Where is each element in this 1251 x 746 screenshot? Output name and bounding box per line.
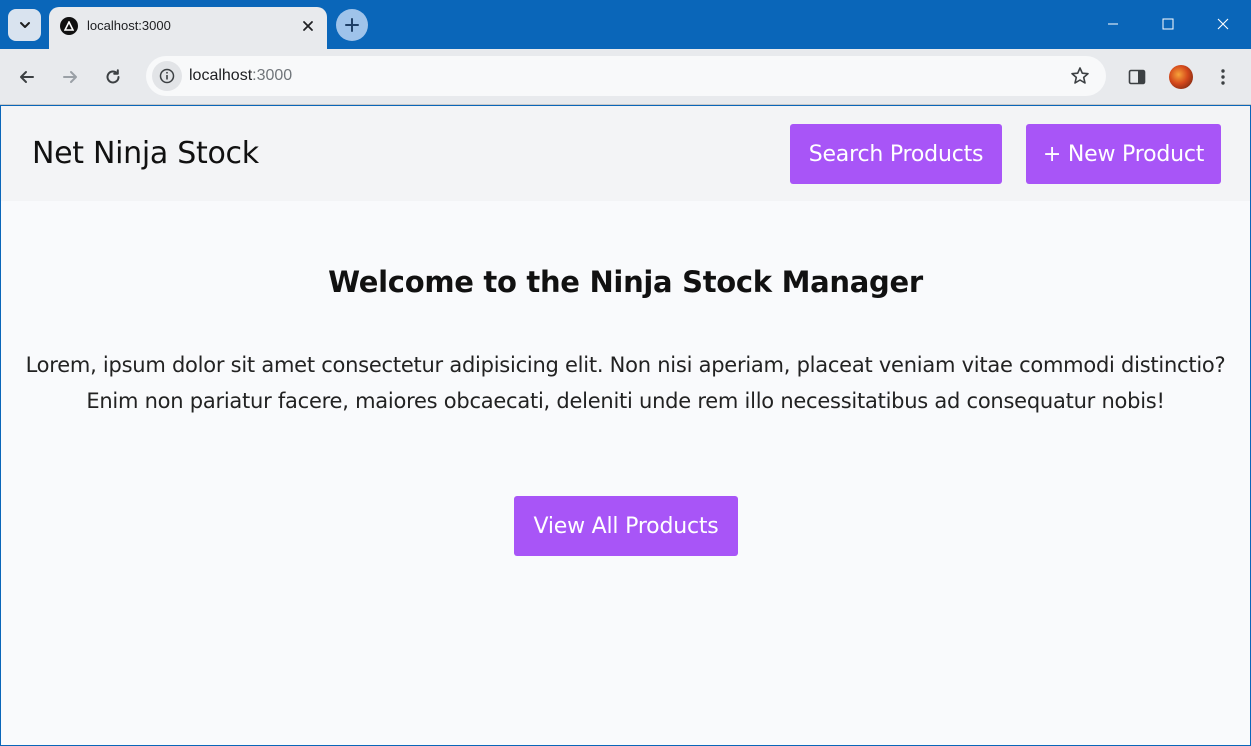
window-close-icon xyxy=(1217,18,1229,30)
new-product-button[interactable]: + New Product xyxy=(1026,124,1221,184)
chevron-down-icon xyxy=(19,22,30,28)
tab-title: localhost:3000 xyxy=(87,18,171,33)
side-panel-button[interactable] xyxy=(1120,60,1154,94)
page-title: Welcome to the Ninja Stock Manager xyxy=(328,265,923,299)
browser-toolbar: localhost:3000 xyxy=(0,49,1251,105)
browser-tab-active[interactable]: localhost:3000 xyxy=(49,7,327,49)
chrome-menu-button[interactable] xyxy=(1206,60,1240,94)
bookmark-button[interactable] xyxy=(1068,64,1092,88)
site-favicon-icon xyxy=(60,17,78,35)
forward-button[interactable] xyxy=(53,60,87,94)
maximize-button[interactable] xyxy=(1148,8,1188,40)
info-icon xyxy=(159,68,175,84)
page-content: Net Ninja Stock Search Products + New Pr… xyxy=(1,106,1250,745)
star-icon xyxy=(1071,67,1089,84)
profile-avatar xyxy=(1169,65,1193,89)
browser-titlebar: localhost:3000 xyxy=(0,0,1251,49)
url-host: localhost xyxy=(189,67,253,84)
app-header: Net Ninja Stock Search Products + New Pr… xyxy=(1,106,1250,201)
back-arrow-icon xyxy=(20,71,34,83)
url-text: localhost:3000 xyxy=(189,67,292,85)
site-info-button[interactable] xyxy=(152,61,182,91)
brand-title[interactable]: Net Ninja Stock xyxy=(32,136,259,171)
view-all-products-button[interactable]: View All Products xyxy=(514,496,738,556)
tab-close-button[interactable] xyxy=(297,15,319,37)
reload-button[interactable] xyxy=(96,60,130,94)
close-icon xyxy=(303,21,313,31)
address-bar[interactable]: localhost:3000 xyxy=(146,56,1106,96)
plus-icon xyxy=(345,18,359,32)
kebab-menu-icon xyxy=(1221,69,1225,85)
intro-paragraph: Lorem, ipsum dolor sit amet consectetur … xyxy=(25,353,1226,413)
minimize-icon xyxy=(1108,23,1118,25)
tab-search-button[interactable] xyxy=(8,9,41,41)
minimize-button[interactable] xyxy=(1093,8,1133,40)
url-port: :3000 xyxy=(252,67,293,84)
reload-icon xyxy=(106,69,120,84)
profile-button[interactable] xyxy=(1164,60,1198,94)
window-close-button[interactable] xyxy=(1203,8,1243,40)
forward-arrow-icon xyxy=(63,71,77,83)
maximize-icon xyxy=(1162,18,1174,30)
back-button[interactable] xyxy=(10,60,44,94)
new-tab-button[interactable] xyxy=(336,9,368,41)
side-panel-icon xyxy=(1128,69,1146,85)
search-products-button[interactable]: Search Products xyxy=(790,124,1002,184)
